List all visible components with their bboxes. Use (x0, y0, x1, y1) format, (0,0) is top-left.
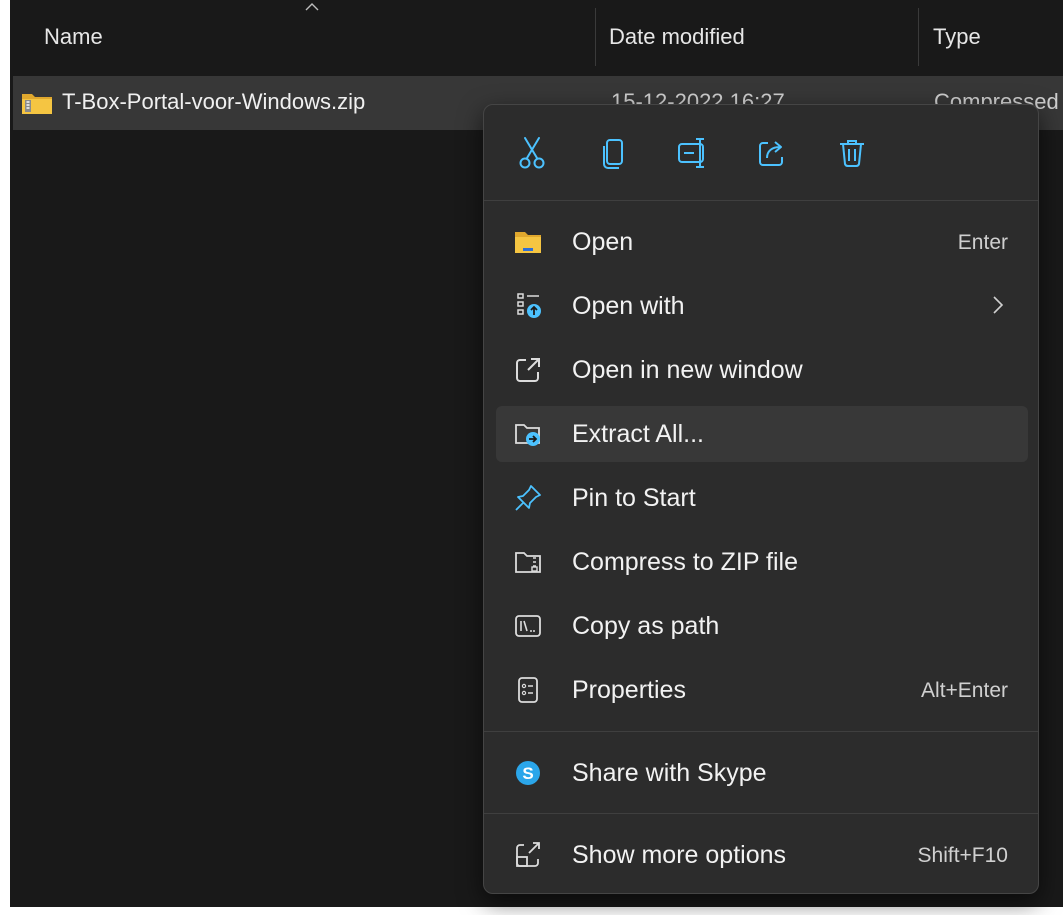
cut-icon (519, 137, 545, 169)
menu-item-label: Pin to Start (572, 484, 696, 512)
menu-item-label: Open with (572, 292, 685, 320)
context-menu: Open Enter Open with Open in new window (483, 104, 1039, 894)
pin-icon (515, 485, 541, 511)
menu-item-label: Show more options (572, 841, 787, 869)
compress-zip-icon (515, 552, 541, 573)
menu-item-shortcut: Shift+F10 (917, 844, 1008, 867)
menu-item-compress-zip[interactable]: Compress to ZIP file (496, 534, 1028, 590)
rename-icon (678, 138, 704, 168)
column-header-date-label: Date modified (609, 24, 745, 49)
menu-item-label: Compress to ZIP file (572, 548, 799, 576)
show-more-options-icon (516, 842, 540, 867)
cut-button[interactable] (508, 129, 556, 177)
delete-icon (840, 140, 864, 167)
zip-folder-icon (22, 94, 52, 114)
menu-item-copy-as-path[interactable]: Copy as path (496, 598, 1028, 654)
column-separator[interactable] (595, 8, 596, 66)
folder-icon (515, 232, 541, 253)
extract-all-icon (515, 424, 540, 446)
column-header-date[interactable]: Date modified (609, 0, 745, 74)
menu-divider (484, 200, 1038, 201)
column-header-type-label: Type (933, 24, 981, 49)
delete-button[interactable] (828, 129, 876, 177)
column-header-name-label: Name (44, 24, 103, 49)
file-name: T-Box-Portal-voor-Windows.zip (62, 89, 366, 114)
menu-item-label: Open (572, 228, 634, 256)
share-button[interactable] (748, 129, 796, 177)
menu-item-label: Properties (572, 676, 686, 704)
menu-item-open[interactable]: Open Enter (496, 214, 1028, 270)
menu-item-show-more-options[interactable]: Show more options Shift+F10 (496, 827, 1028, 883)
copy-button[interactable] (590, 129, 638, 177)
chevron-right-icon (993, 296, 1004, 314)
share-icon (759, 141, 783, 166)
menu-item-open-new-window[interactable]: Open in new window (496, 342, 1028, 398)
menu-item-shortcut: Alt+Enter (921, 679, 1008, 702)
properties-icon (518, 677, 538, 703)
menu-item-extract-all[interactable]: Extract All... (496, 406, 1028, 462)
copy-path-icon (515, 615, 541, 637)
menu-item-label: Open in new window (572, 356, 803, 384)
copy-icon (603, 139, 623, 169)
menu-item-pin-to-start[interactable]: Pin to Start (496, 470, 1028, 526)
menu-item-open-with[interactable]: Open with (496, 278, 1028, 334)
open-with-icon (517, 293, 541, 318)
menu-item-label: Copy as path (572, 612, 720, 640)
quick-actions-bar (484, 105, 1038, 201)
menu-item-label: Extract All... (572, 420, 704, 448)
column-separator[interactable] (918, 8, 919, 66)
menu-divider (484, 813, 1038, 814)
column-header-type[interactable]: Type (933, 0, 981, 74)
menu-item-properties[interactable]: Properties Alt+Enter (496, 662, 1028, 718)
menu-item-label: Share with Skype (572, 759, 767, 787)
svg-text:S: S (522, 764, 533, 783)
menu-item-share-skype[interactable]: S Share with Skype (496, 745, 1028, 801)
open-new-window-icon (516, 358, 540, 382)
sort-ascending-icon (305, 3, 319, 11)
skype-icon: S (516, 761, 540, 785)
rename-button[interactable] (670, 129, 718, 177)
menu-item-shortcut: Enter (957, 231, 1008, 254)
menu-divider (484, 731, 1038, 732)
column-header-name[interactable]: Name (44, 0, 103, 74)
